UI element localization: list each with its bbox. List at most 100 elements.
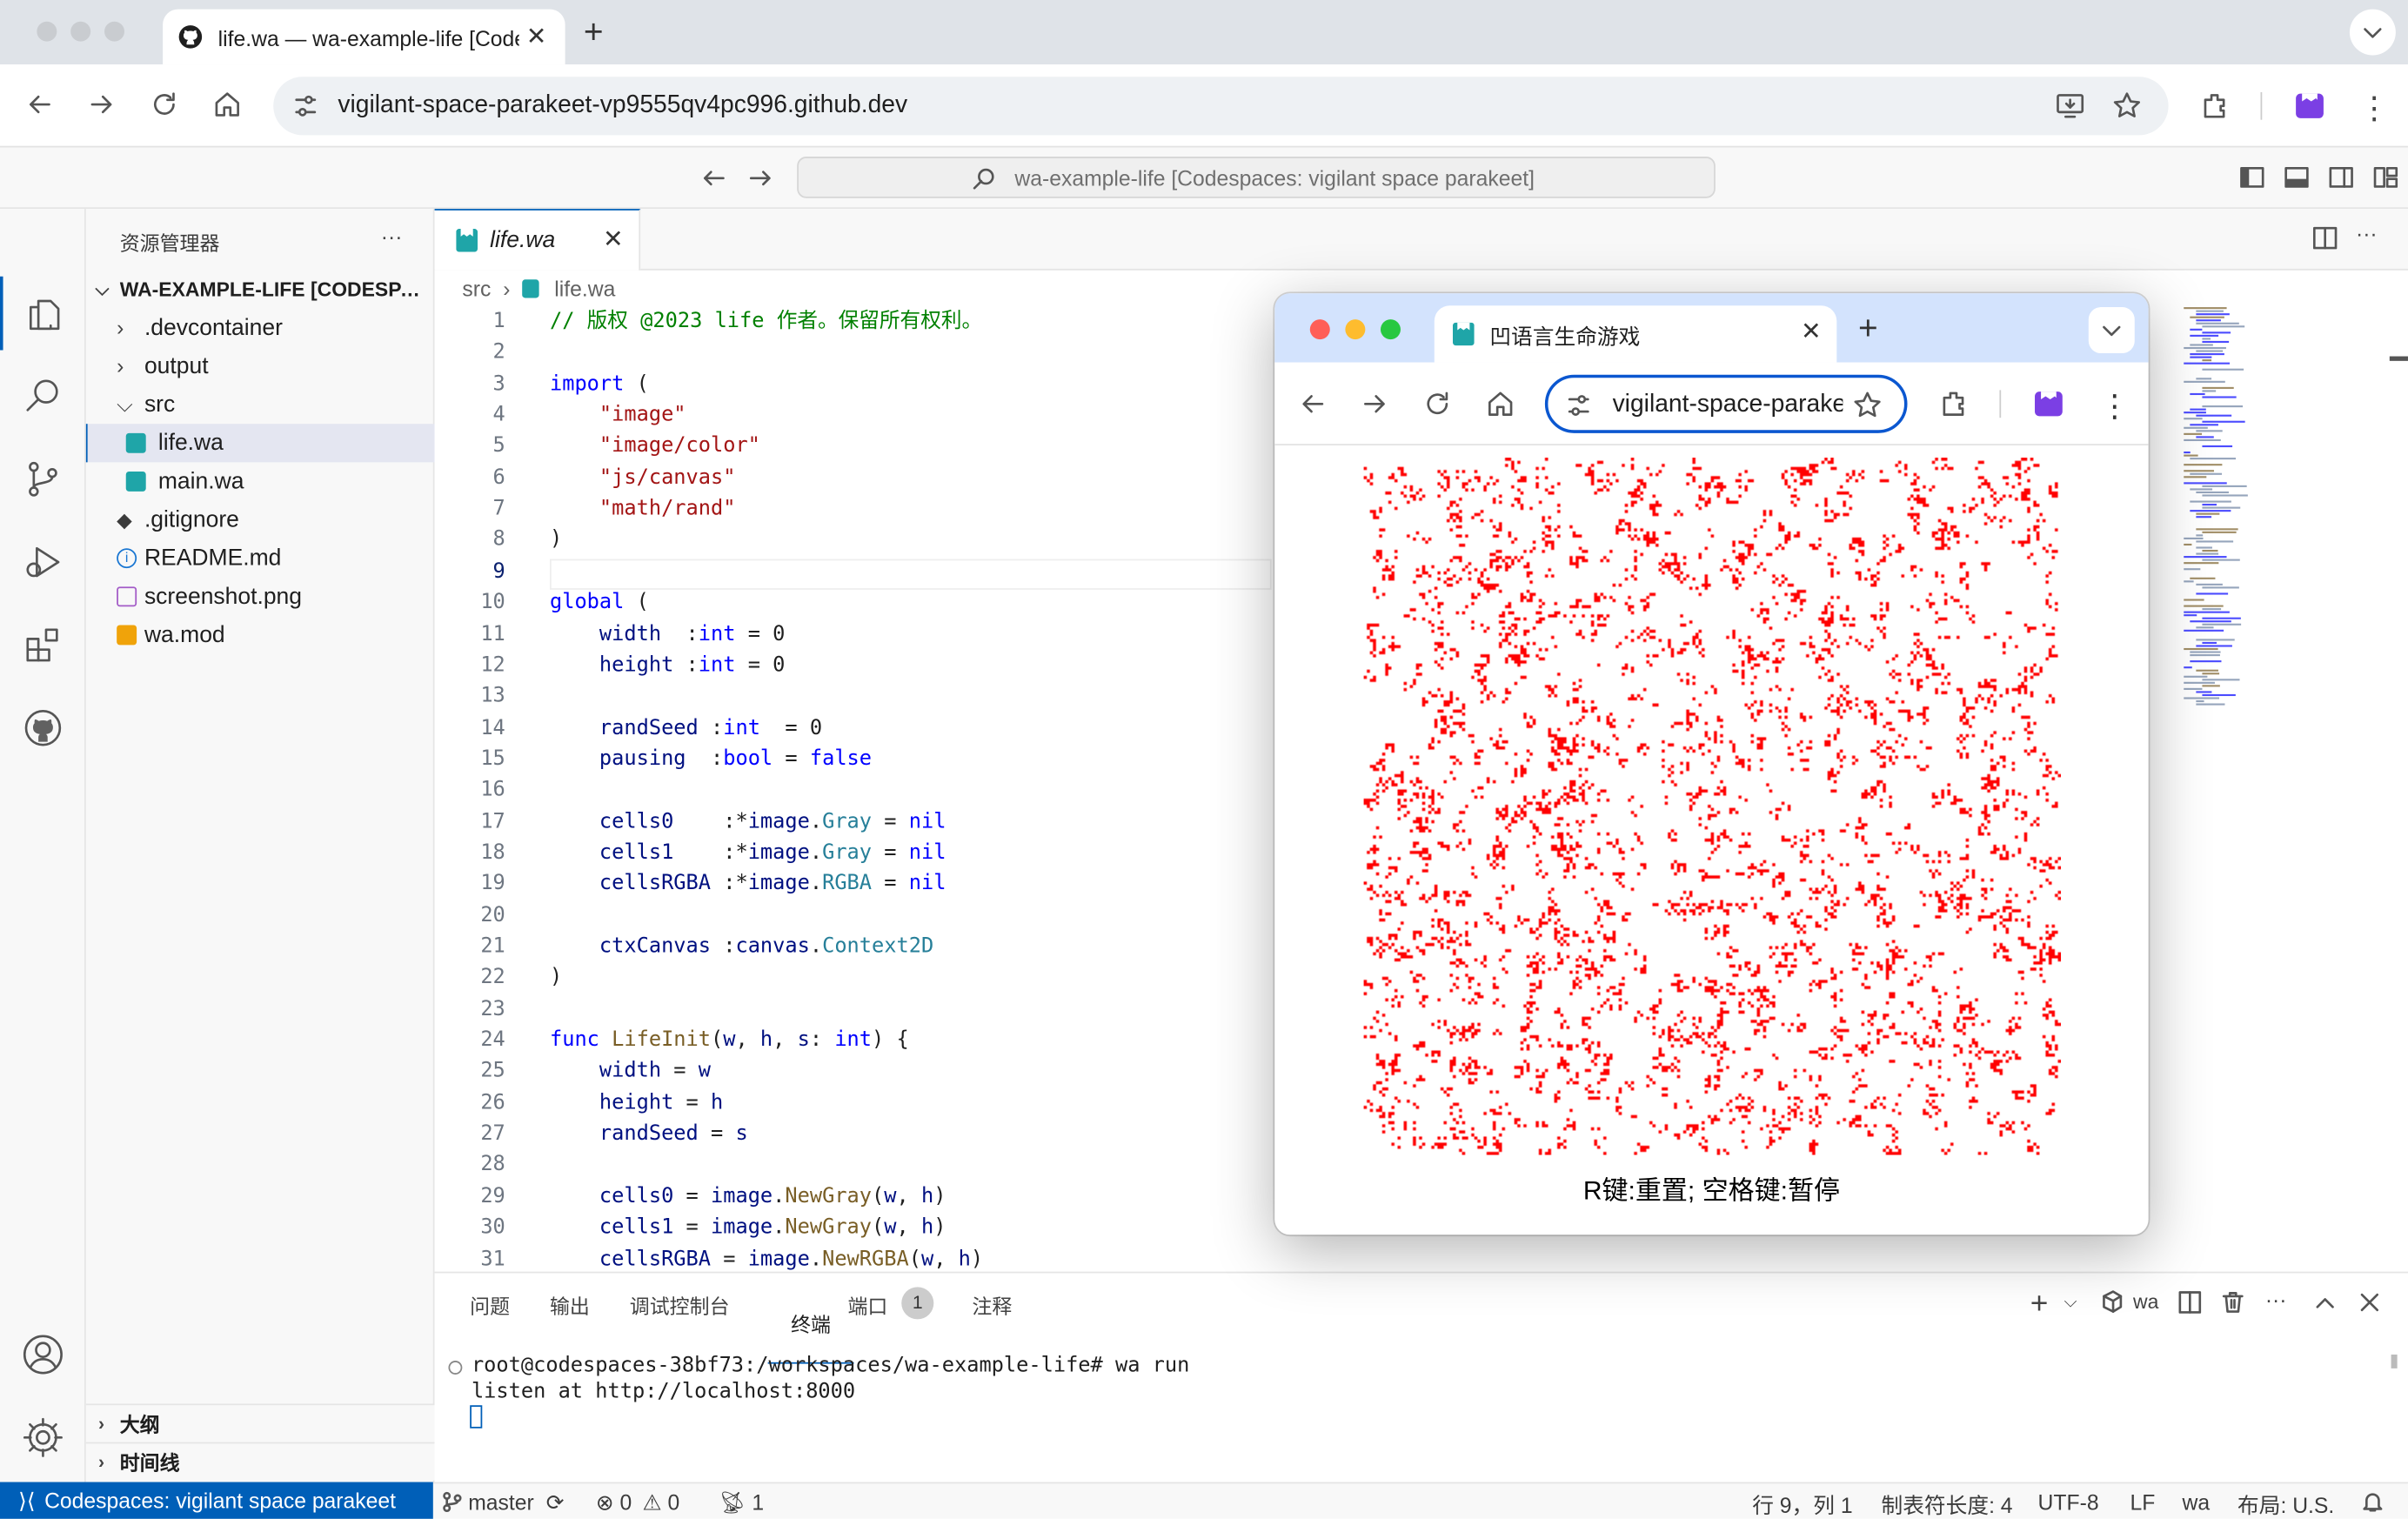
back-icon[interactable] — [1298, 389, 1328, 419]
new-tab-button[interactable]: + — [584, 12, 604, 52]
preview-tab[interactable]: 凹语言生命游戏 ✕ — [1434, 305, 1837, 363]
back-icon[interactable] — [24, 89, 55, 119]
tab-size[interactable]: 制表符长度: 4 — [1881, 1489, 2012, 1519]
command-decoration-icon[interactable] — [448, 1361, 463, 1375]
tree-item[interactable]: life.wa — [85, 424, 435, 463]
install-app-icon[interactable] — [2055, 90, 2085, 121]
tab-search-button[interactable] — [2349, 9, 2396, 56]
explorer-more-icon[interactable]: ··· — [381, 224, 403, 249]
wa-extension-icon[interactable] — [2031, 387, 2065, 421]
toggle-primary-sidebar-icon[interactable] — [2239, 164, 2265, 191]
accounts-icon[interactable] — [0, 1318, 86, 1392]
wa-extension-icon[interactable] — [2293, 89, 2327, 123]
extensions-icon[interactable] — [2199, 89, 2233, 123]
extensions-icon[interactable] — [1938, 387, 1972, 421]
tree-item[interactable]: ◆ .gitignore — [86, 500, 435, 539]
panel-tab[interactable]: 注释 — [972, 1290, 1012, 1320]
encoding[interactable]: UTF-8 — [2038, 1489, 2099, 1514]
remote-indicator[interactable]: ⟩⟨ Codespaces: vigilant space parakeet — [0, 1482, 433, 1519]
zoom-window-light[interactable] — [1381, 319, 1401, 340]
minimize-window-light[interactable] — [70, 21, 91, 42]
tab-search-button[interactable] — [2088, 307, 2135, 354]
close-tab-icon[interactable]: ✕ — [1801, 317, 1822, 347]
toggle-secondary-sidebar-icon[interactable] — [2328, 164, 2354, 191]
terminal-scrollbar[interactable] — [2391, 1354, 2398, 1368]
outline-section[interactable]: › 大纲 — [85, 1403, 435, 1442]
reload-icon[interactable] — [149, 89, 179, 119]
editor-more-icon[interactable]: ··· — [2356, 221, 2378, 245]
preview-address-bar[interactable]: vigilant-space-parakeet-vp9555qv4pc996.g… — [1544, 374, 1908, 433]
forward-icon[interactable] — [86, 89, 117, 119]
github-view-icon[interactable] — [0, 691, 86, 765]
bookmark-star-icon[interactable] — [1852, 390, 1883, 420]
tree-item[interactable]: ⌵ src — [86, 385, 435, 424]
tree-item[interactable]: › .devcontainer — [86, 309, 435, 347]
problems-status[interactable]: ⊗ 0 ⚠ 0 — [596, 1489, 679, 1516]
maximize-panel-icon[interactable] — [2313, 1290, 2338, 1315]
split-terminal-icon[interactable] — [2177, 1290, 2202, 1315]
timeline-section[interactable]: › 时间线 — [85, 1442, 435, 1481]
close-window-light[interactable] — [1309, 319, 1330, 340]
language-mode[interactable]: wa — [2182, 1489, 2210, 1514]
home-icon[interactable] — [212, 89, 243, 119]
toggle-panel-icon[interactable] — [2284, 164, 2310, 191]
customize-layout-icon[interactable] — [2372, 164, 2398, 191]
panel-more-icon[interactable]: ··· — [2265, 1287, 2287, 1311]
extensions-view-icon[interactable] — [0, 608, 86, 682]
close-window-light[interactable] — [37, 21, 57, 42]
tree-item[interactable]: wa.mod — [86, 616, 435, 654]
notifications-bell-icon[interactable] — [2362, 1489, 2384, 1512]
site-info-icon[interactable] — [291, 92, 319, 120]
life-game-canvas[interactable] — [1363, 458, 2062, 1155]
forward-icon[interactable] — [1359, 389, 1389, 419]
editor-tab-life-wa[interactable]: life.wa ✕ — [434, 209, 641, 271]
browser-menu-icon[interactable]: ⋮ — [2099, 387, 2130, 425]
panel-tab[interactable]: 输出 — [550, 1290, 590, 1320]
breadcrumb-src[interactable]: src — [462, 277, 491, 301]
browser-menu-icon[interactable]: ⋮ — [2359, 89, 2390, 127]
close-tab-icon[interactable]: ✕ — [526, 22, 547, 52]
new-tab-button[interactable]: + — [1858, 309, 1878, 349]
search-view-icon[interactable] — [0, 359, 86, 433]
run-debug-icon[interactable] — [0, 525, 86, 599]
terminal-name[interactable]: wa — [2133, 1290, 2158, 1313]
manage-gear-icon[interactable] — [0, 1401, 86, 1475]
sync-icon[interactable]: ⟳ — [546, 1489, 565, 1514]
end-of-line[interactable]: LF — [2130, 1489, 2155, 1514]
panel-tab[interactable]: 端口 — [847, 1290, 887, 1320]
tree-item[interactable]: main.wa — [86, 462, 435, 500]
nav-forward-icon[interactable] — [746, 166, 774, 191]
close-panel-icon[interactable] — [2358, 1290, 2382, 1315]
nav-back-icon[interactable] — [700, 166, 728, 191]
workspace-header[interactable]: ⌵ WA-EXAMPLE-LIFE [CODESPACES: VIGILANT … — [86, 271, 435, 309]
site-info-icon[interactable] — [1565, 391, 1593, 419]
browser-tab[interactable]: life.wa — wa-example-life [Codespaces: v… — [163, 9, 565, 65]
panel-tab[interactable]: 终端 — [767, 1290, 854, 1364]
tree-item[interactable]: i README.md — [86, 539, 435, 578]
keyboard-layout[interactable]: 布局: U.S. — [2237, 1489, 2334, 1519]
explorer-icon[interactable] — [0, 276, 86, 351]
split-editor-icon[interactable] — [2311, 224, 2339, 252]
terminal-output[interactable]: root@codespaces-38bf73:/workspaces/wa-ex… — [472, 1355, 1189, 1405]
cursor-position[interactable]: 行 9，列 1 — [1752, 1489, 1852, 1519]
reload-icon[interactable] — [1422, 389, 1453, 419]
minimize-window-light[interactable] — [1345, 319, 1366, 340]
command-center[interactable]: wa-example-life [Codespaces: vigilant sp… — [797, 157, 1716, 198]
tree-item[interactable]: › output — [86, 347, 435, 385]
kill-terminal-trash-icon[interactable] — [2221, 1290, 2245, 1315]
bookmark-star-icon[interactable] — [2111, 90, 2142, 121]
zoom-window-light[interactable] — [104, 21, 124, 42]
ports-status[interactable]: 📡︎ 1 — [719, 1489, 764, 1516]
panel-tab[interactable]: 问题 — [470, 1290, 510, 1320]
tree-item[interactable]: screenshot.png — [86, 578, 435, 616]
source-control-icon[interactable] — [0, 442, 86, 516]
branch-status[interactable]: master ⟳ — [442, 1489, 564, 1516]
minimap[interactable] — [2177, 307, 2346, 722]
new-terminal-icon[interactable]: + — [2030, 1287, 2049, 1322]
breadcrumb-file[interactable]: life.wa — [554, 277, 615, 301]
close-editor-icon[interactable]: ✕ — [603, 224, 624, 255]
panel-tab[interactable]: 调试控制台 — [630, 1290, 730, 1320]
home-icon[interactable] — [1485, 389, 1515, 419]
terminal-dropdown-icon[interactable]: ⌵ — [2064, 1293, 2077, 1313]
address-bar[interactable]: vigilant-space-parakeet-vp9555qv4pc996.g… — [273, 77, 2169, 136]
